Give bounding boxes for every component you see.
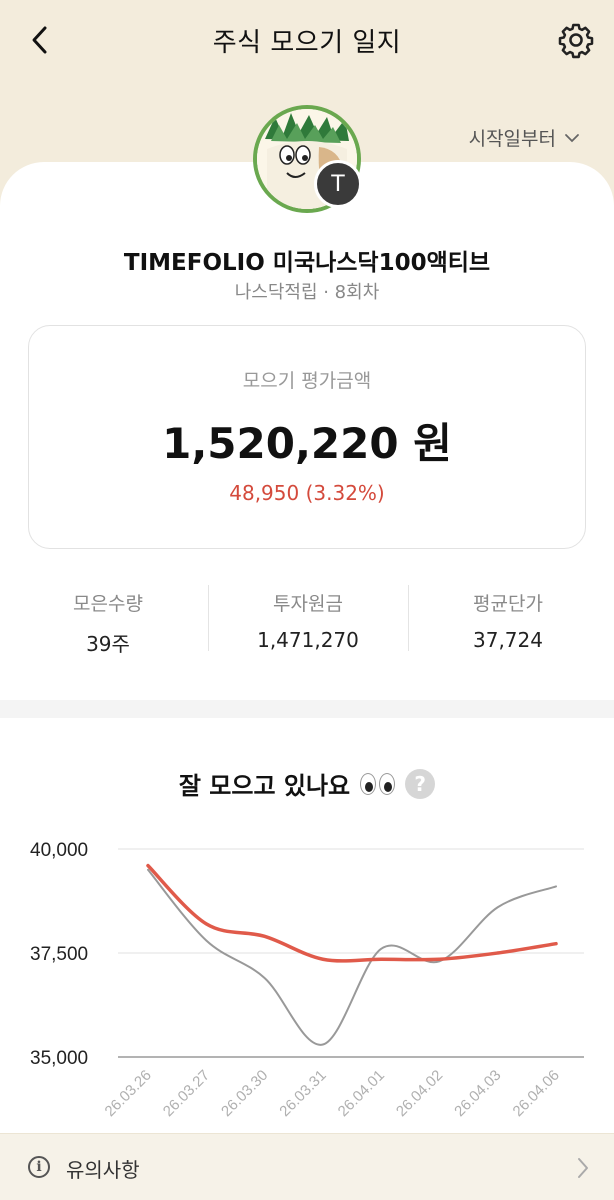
x-tick-label: 26.03.30 [218, 1067, 271, 1120]
valuation-label: 모으기 평가금액 [242, 370, 372, 392]
info-icon: i [28, 1156, 50, 1178]
stat-principal: 투자원금 1,471,270 [208, 585, 408, 655]
x-tick-label: 26.04.01 [335, 1067, 388, 1120]
notice-bar[interactable]: i 유의사항 [0, 1133, 614, 1200]
fund-subtitle: 나스닥적립 · 8회차 [234, 282, 380, 303]
series-line-price [147, 868, 557, 1046]
stat-average-price: 평균단가 37,724 [408, 585, 608, 655]
notice-label: 유의사항 [66, 1158, 140, 1182]
stat-label: 모은수량 [73, 593, 143, 615]
gear-icon [558, 23, 594, 59]
y-tick-label: 40,000 [30, 840, 88, 861]
stat-label: 평균단가 [473, 593, 543, 615]
chevron-right-icon [578, 1158, 588, 1178]
x-tick-label: 26.04.02 [393, 1067, 446, 1120]
period-selector[interactable]: 시작일부터 [469, 124, 580, 151]
top-bar: 주식 모으기 일지 [0, 0, 614, 80]
chart-title-text: 잘 모으고 있나요 [178, 772, 351, 800]
section-divider [0, 700, 614, 718]
y-tick-label: 35,000 [30, 1048, 88, 1069]
x-tick-label: 26.03.26 [102, 1067, 155, 1120]
stat-value: 39주 [86, 632, 130, 656]
chart-title: 잘 모으고 있나요 ? [0, 766, 614, 801]
period-selector-label: 시작일부터 [468, 128, 556, 150]
chevron-down-icon [565, 133, 579, 142]
valuation-change: 48,950 (3.32%) [229, 481, 385, 505]
stat-label: 투자원금 [273, 593, 343, 615]
series-line-average [146, 863, 558, 963]
back-button[interactable] [22, 20, 58, 60]
eyes-icon [360, 772, 396, 795]
issuer-badge: T [314, 160, 362, 208]
chart-section: 40,000 37,500 35,000 26.03.26 26.03.27 26.03.… [0, 718, 614, 1133]
valuation-amount: 1,520,220 원 [162, 419, 452, 468]
y-tick-label: 37,500 [30, 944, 88, 965]
chevron-left-icon [32, 26, 47, 54]
x-tick-label: 26.03.31 [276, 1067, 329, 1120]
x-tick-label: 26.03.27 [160, 1067, 213, 1120]
settings-button[interactable] [554, 18, 598, 62]
question-icon[interactable]: ? [405, 768, 436, 799]
page-title: 주식 모으기 일지 [212, 27, 402, 58]
valuation-box: 모으기 평가금액 1,520,220 원 48,950 (3.32%) [28, 325, 586, 549]
x-tick-label: 26.04.06 [510, 1067, 563, 1120]
stats-row: 모은수량 39주 투자원금 1,471,270 평균단가 37,724 [8, 585, 608, 656]
stat-quantity: 모은수량 39주 [8, 585, 208, 656]
x-tick-label: 26.04.03 [451, 1067, 504, 1120]
fund-name: TIMEFOLIO 미국나스닥100액티브 [123, 250, 491, 276]
stat-value: 1,471,270 [257, 628, 359, 652]
stat-value: 37,724 [473, 628, 543, 652]
